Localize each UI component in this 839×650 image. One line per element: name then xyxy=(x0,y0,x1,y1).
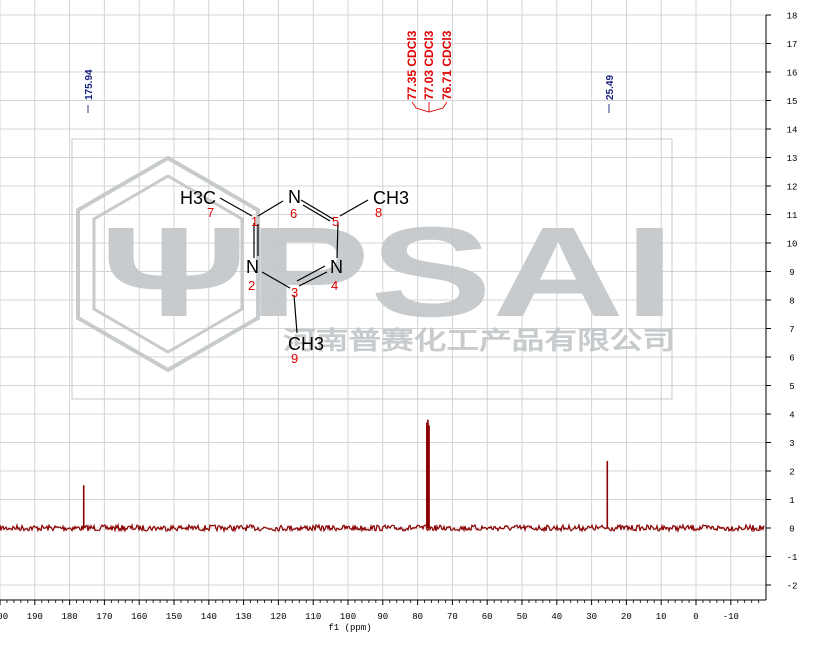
x-tick-label: 50 xyxy=(517,612,528,622)
x-tick-label: 40 xyxy=(551,612,562,622)
atom-number: 1 xyxy=(251,214,258,229)
x-tick-label: 20 xyxy=(621,612,632,622)
y-tick-label: 4 xyxy=(789,411,794,421)
y-tick-label: 1 xyxy=(789,496,794,506)
peak-label: 77.35 CDCl3 xyxy=(405,30,419,100)
x-tick-label: 160 xyxy=(131,612,147,622)
peak-label: 25.49 xyxy=(605,75,616,100)
x-tick-label: 110 xyxy=(305,612,321,622)
y-tick-label: 13 xyxy=(787,154,798,164)
x-tick-label: 100 xyxy=(340,612,356,622)
atom-n6: N xyxy=(288,187,301,207)
y-tick-label: 3 xyxy=(789,439,794,449)
atom-number: 5 xyxy=(332,214,339,229)
x-tick-label: -10 xyxy=(723,612,739,622)
x-tick-label: 80 xyxy=(412,612,423,622)
spectrum-peaks xyxy=(82,419,609,528)
y-axis-ticks: -2-10123456789101112131415161718 xyxy=(766,12,797,592)
y-tick-label: 5 xyxy=(789,382,794,392)
y-tick-label: 9 xyxy=(789,268,794,278)
watermark-company: 河南普赛化工产品有限公司 xyxy=(283,326,675,355)
nmr-spectrum-chart: ΨPSAI 河南普赛化工产品有限公司 N N N H3C CH3 CH3 12 3… xyxy=(0,0,797,633)
y-tick-label: 10 xyxy=(787,240,798,250)
atom-n2: N xyxy=(246,257,259,277)
atom-number: 6 xyxy=(290,206,297,221)
y-tick-label: -2 xyxy=(787,582,798,592)
x-tick-label: 190 xyxy=(27,612,43,622)
atom-number: 7 xyxy=(207,205,214,220)
atom-number: 2 xyxy=(248,278,255,293)
peak-label: 76.71 CDCl3 xyxy=(440,30,454,100)
peak-label: 175.94 xyxy=(84,69,95,100)
y-tick-label: 11 xyxy=(787,211,798,221)
y-tick-label: 7 xyxy=(789,325,794,335)
x-tick-label: 180 xyxy=(61,612,77,622)
y-tick-label: 14 xyxy=(787,126,798,136)
y-tick-label: 6 xyxy=(789,354,794,364)
x-tick-label: 150 xyxy=(166,612,182,622)
peak-label: 77.03 CDCl3 xyxy=(422,30,436,100)
atom-number: 8 xyxy=(375,205,382,220)
y-tick-label: 0 xyxy=(789,525,794,535)
x-tick-label: 30 xyxy=(586,612,597,622)
x-axis-ticks: 2001901801701601501401301201101009080706… xyxy=(0,600,760,622)
x-axis-label: f1 (ppm) xyxy=(328,623,371,633)
y-tick-label: 8 xyxy=(789,297,794,307)
y-tick-label: 15 xyxy=(787,97,798,107)
x-tick-label: 70 xyxy=(447,612,458,622)
peak-labels: 175.94 77.35 CDCl3 77.03 CDCl3 76.71 CDCl3 2… xyxy=(84,30,616,100)
x-tick-label: 90 xyxy=(377,612,388,622)
atom-number: 3 xyxy=(291,285,298,300)
x-tick-label: 0 xyxy=(693,612,698,622)
x-tick-label: 130 xyxy=(235,612,251,622)
x-tick-label: 200 xyxy=(0,612,8,622)
y-tick-label: 16 xyxy=(787,69,798,79)
y-tick-label: 12 xyxy=(787,183,798,193)
y-tick-label: -1 xyxy=(787,553,798,563)
x-tick-label: 10 xyxy=(656,612,667,622)
x-tick-label: 170 xyxy=(96,612,112,622)
watermark-logo: ΨPSAI xyxy=(100,201,675,344)
atom-n4: N xyxy=(330,257,343,277)
x-tick-label: 120 xyxy=(270,612,286,622)
y-tick-label: 17 xyxy=(787,40,798,50)
y-tick-label: 2 xyxy=(789,468,794,478)
atom-number: 9 xyxy=(291,351,298,366)
x-tick-label: 140 xyxy=(201,612,217,622)
y-tick-label: 18 xyxy=(787,12,798,22)
atom-number: 4 xyxy=(331,278,338,293)
x-tick-label: 60 xyxy=(482,612,493,622)
